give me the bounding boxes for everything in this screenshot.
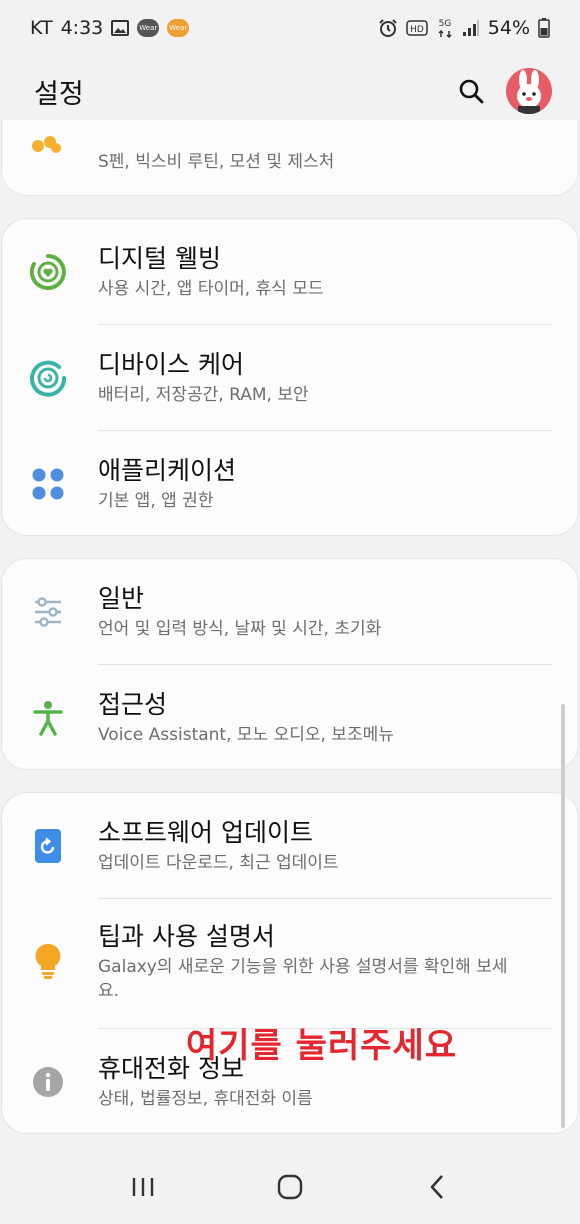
settings-item-digital-wellbeing[interactable]: 디지털 웰빙 사용 시간, 앱 타이머, 휴식 모드 bbox=[2, 219, 578, 325]
signal-icon bbox=[462, 19, 480, 37]
settings-item-software-update[interactable]: 소프트웨어 업데이트 업데이트 다운로드, 최근 업데이트 bbox=[2, 793, 578, 899]
item-title: 디바이스 케어 bbox=[98, 350, 244, 379]
item-text: 소프트웨어 업데이트 업데이트 다운로드, 최근 업데이트 bbox=[98, 817, 558, 875]
item-title: 소프트웨어 업데이트 bbox=[98, 818, 313, 847]
item-text: 일반 언어 및 입력 방식, 날짜 및 시간, 초기화 bbox=[98, 583, 558, 641]
navigation-bar bbox=[0, 1150, 580, 1224]
general-sliders-icon bbox=[28, 592, 68, 632]
battery-percent: 54% bbox=[487, 17, 530, 39]
item-title: 일반 bbox=[98, 584, 145, 613]
card-group-1: 디지털 웰빙 사용 시간, 앱 타이머, 휴식 모드 디바이스 케어 배터리, … bbox=[1, 218, 579, 536]
annotation-overlay-text: 여기를 눌러주세요 bbox=[186, 1026, 458, 1066]
page-title: 설정 bbox=[34, 78, 84, 110]
item-text: 접근성 Voice Assistant, 모노 오디오, 보조메뉴 bbox=[98, 689, 558, 747]
item-subtitle: 언어 및 입력 방식, 날짜 및 시간, 초기화 bbox=[98, 619, 382, 639]
item-subtitle: 배터리, 저장공간, RAM, 보안 bbox=[98, 385, 309, 405]
scrollbar[interactable] bbox=[561, 704, 565, 1128]
search-icon[interactable] bbox=[458, 78, 484, 104]
status-left: KT 4:33 Wear Wear bbox=[30, 17, 190, 39]
item-title: 접근성 bbox=[98, 690, 168, 719]
settings-item-accessibility[interactable]: 접근성 Voice Assistant, 모노 오디오, 보조메뉴 bbox=[2, 665, 578, 771]
carrier-label: KT bbox=[30, 17, 53, 39]
settings-item-applications[interactable]: 애플리케이션 기본 앱, 앱 권한 bbox=[2, 431, 578, 537]
card-group-3: 소프트웨어 업데이트 업데이트 다운로드, 최근 업데이트 팁과 사용 설명서 … bbox=[1, 792, 579, 1134]
device-care-icon bbox=[28, 358, 68, 398]
item-subtitle: 사용 시간, 앱 타이머, 휴식 모드 bbox=[98, 279, 324, 299]
status-right: HD 5G 54% bbox=[378, 17, 550, 39]
recent-apps-button[interactable] bbox=[118, 1162, 168, 1212]
settings-item-device-care[interactable]: 디바이스 케어 배터리, 저장공간, RAM, 보안 bbox=[2, 325, 578, 431]
settings-item-tips-manual[interactable]: 팁과 사용 설명서 Galaxy의 새로운 기능을 위한 사용 설명서를 확인해… bbox=[2, 899, 578, 1029]
back-button[interactable] bbox=[412, 1162, 462, 1212]
item-text: 디바이스 케어 배터리, 저장공간, RAM, 보안 bbox=[98, 349, 558, 407]
accessibility-icon bbox=[28, 698, 68, 738]
item-subtitle: Galaxy의 새로운 기능을 위한 사용 설명서를 확인해 보세요. bbox=[98, 957, 508, 1001]
item-title: 팁과 사용 설명서 bbox=[98, 922, 275, 951]
hd-voice-icon: HD bbox=[406, 20, 428, 36]
battery-icon bbox=[538, 18, 550, 38]
network-5g-icon: 5G bbox=[436, 17, 454, 39]
alarm-icon bbox=[378, 18, 398, 38]
gallery-notification-icon bbox=[111, 20, 130, 36]
item-text: 디지털 웰빙 사용 시간, 앱 타이머, 휴식 모드 bbox=[98, 243, 558, 301]
item-subtitle: 업데이트 다운로드, 최근 업데이트 bbox=[98, 853, 339, 873]
advanced-features-subtitle: S펜, 빅스비 루틴, 모션 및 제스처 bbox=[98, 152, 335, 172]
advanced-features-icon bbox=[30, 134, 62, 162]
app-actions bbox=[458, 68, 552, 114]
network-label: 5G bbox=[438, 19, 451, 29]
lightbulb-icon bbox=[28, 941, 68, 981]
wear-notification-icon: Wear bbox=[137, 19, 160, 37]
hd-label: HD bbox=[410, 25, 424, 35]
wear-notification-icon-2: Wear bbox=[167, 19, 190, 37]
time-label: 4:33 bbox=[60, 17, 104, 39]
home-button[interactable] bbox=[265, 1162, 315, 1212]
apps-icon bbox=[28, 464, 68, 504]
item-text: 애플리케이션 기본 앱, 앱 권한 bbox=[98, 455, 558, 513]
item-subtitle: 기본 앱, 앱 권한 bbox=[98, 491, 214, 511]
settings-item-general[interactable]: 일반 언어 및 입력 방식, 날짜 및 시간, 초기화 bbox=[2, 559, 578, 665]
item-subtitle: 상태, 법률정보, 휴대전화 이름 bbox=[98, 1089, 313, 1109]
status-bar: KT 4:33 Wear Wear HD 5G 54% bbox=[0, 0, 580, 56]
card-advanced-features[interactable]: S펜, 빅스비 루틴, 모션 및 제스처 bbox=[1, 120, 579, 196]
item-title: 디지털 웰빙 bbox=[98, 244, 221, 273]
digital-wellbeing-icon bbox=[28, 252, 68, 292]
software-update-icon bbox=[28, 826, 68, 866]
card-group-2: 일반 언어 및 입력 방식, 날짜 및 시간, 초기화 접근성 Voice As… bbox=[1, 558, 579, 770]
item-subtitle: Voice Assistant, 모노 오디오, 보조메뉴 bbox=[98, 725, 394, 745]
avatar[interactable] bbox=[506, 68, 552, 114]
info-icon bbox=[28, 1062, 68, 1102]
item-text: 팁과 사용 설명서 Galaxy의 새로운 기능을 위한 사용 설명서를 확인해… bbox=[98, 921, 558, 1003]
item-title: 애플리케이션 bbox=[98, 456, 237, 485]
app-bar: 설정 bbox=[0, 56, 580, 126]
